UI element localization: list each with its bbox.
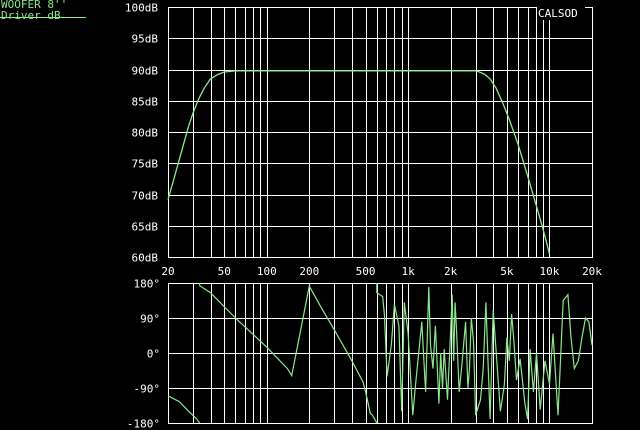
y-tick-label: 0° — [147, 348, 160, 361]
phase-trace-segment — [167, 395, 201, 424]
y-tick-label: 60dB — [132, 252, 159, 265]
x-tick-label: 10k — [540, 265, 560, 278]
x-tick-label: 5k — [500, 265, 514, 278]
chart-canvas: 100dB 95dB 90dB 85dB 80dB 75dB 70dB 65dB 60dB20 5… — [125, 2, 602, 430]
x-tick-label: 50 — [218, 265, 231, 278]
y-tick-label: 70dB — [132, 190, 159, 203]
x-tick-label: 500 — [356, 265, 376, 278]
y-tick-label: 65dB — [132, 221, 159, 234]
y-tick-label: 180° — [134, 278, 161, 291]
y-tick-label: 80dB — [132, 127, 159, 140]
y-tick-label: 90dB — [132, 65, 159, 78]
y-tick-label: -180° — [127, 418, 160, 430]
brand-label: CALSOD — [538, 7, 578, 20]
x-tick-label: 20 — [161, 265, 174, 278]
phase-trace-segment — [376, 283, 593, 420]
x-tick-label: 100 — [257, 265, 277, 278]
x-tick-label: 200 — [299, 265, 319, 278]
y-tick-label: 75dB — [132, 158, 159, 171]
y-tick-label: 85dB — [132, 96, 159, 109]
x-tick-label: 1k — [401, 265, 415, 278]
grid-layer — [168, 7, 593, 424]
x-tick-label: 20k — [582, 265, 602, 278]
y-tick-label: 90° — [140, 313, 160, 326]
label-layer: 100dB 95dB 90dB 85dB 80dB 75dB 70dB 65dB 60dB20 5… — [125, 2, 602, 430]
y-tick-label: 100dB — [125, 2, 158, 15]
x-tick-label: 2k — [444, 265, 458, 278]
y-tick-label: 95dB — [132, 33, 159, 46]
y-tick-label: -90° — [134, 383, 161, 396]
